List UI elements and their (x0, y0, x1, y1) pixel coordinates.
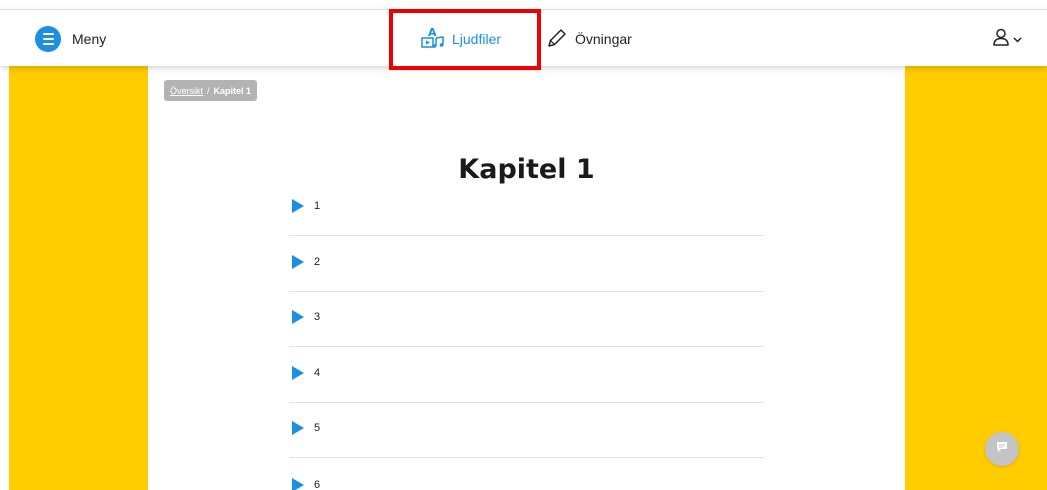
top-navbar: Meny A Ljudfiler Övningar (0, 10, 1047, 66)
track-number: 5 (314, 422, 321, 435)
track-play-button[interactable]: 4 (292, 365, 321, 380)
chevron-down-icon (1013, 30, 1022, 48)
play-icon (292, 365, 304, 380)
user-menu-button[interactable] (993, 28, 1022, 50)
menu-button[interactable]: Meny (35, 26, 106, 52)
play-icon (292, 199, 304, 213)
hamburger-icon (35, 26, 61, 52)
track-play-button[interactable]: 2 (292, 254, 321, 269)
play-icon (292, 254, 304, 269)
track-number: 3 (314, 311, 321, 324)
track-number: 6 (314, 478, 321, 490)
main-content: Översikt / Kapitel 1 Kapitel 1 1 2 3 4 5… (148, 66, 905, 490)
left-yellow-panel (9, 66, 148, 490)
svg-text:A: A (428, 26, 437, 39)
menu-label: Meny (72, 31, 107, 47)
list-item: 5 (289, 403, 764, 459)
play-icon (292, 310, 304, 325)
user-icon (993, 28, 1009, 51)
audio-files-icon: A (420, 25, 446, 54)
tab-ovningar-label: Övningar (575, 31, 632, 47)
tab-ljudfiler-label: Ljudfiler (452, 31, 502, 47)
right-yellow-panel (905, 66, 1047, 490)
play-icon (292, 477, 304, 490)
chat-button[interactable] (985, 432, 1019, 466)
breadcrumb-link-oversikt[interactable]: Översikt (170, 86, 203, 96)
track-play-button[interactable]: 3 (292, 310, 321, 325)
track-number: 4 (314, 366, 321, 379)
breadcrumb: Översikt / Kapitel 1 (164, 80, 258, 101)
breadcrumb-current: Kapitel 1 (213, 85, 252, 96)
track-play-button[interactable]: 1 (292, 199, 320, 213)
track-list: 1 2 3 4 5 6 (289, 194, 764, 490)
track-play-button[interactable]: 6 (292, 477, 321, 490)
track-number: 1 (314, 200, 321, 212)
chat-icon (995, 440, 1009, 459)
list-item: 1 (289, 194, 764, 236)
top-strip (0, 0, 1047, 10)
pencil-icon (546, 27, 568, 52)
track-number: 2 (314, 255, 321, 268)
tab-ovningar[interactable]: Övningar (546, 22, 632, 56)
list-item: 4 (289, 347, 764, 403)
list-item: 2 (289, 236, 764, 292)
list-item: 3 (289, 292, 764, 348)
list-item: 6 (289, 458, 764, 490)
track-play-button[interactable]: 5 (292, 421, 321, 436)
tab-ljudfiler[interactable]: A Ljudfiler (420, 22, 501, 56)
page-title: Kapitel 1 (458, 154, 595, 185)
breadcrumb-separator: / (207, 85, 210, 96)
play-icon (292, 421, 304, 436)
